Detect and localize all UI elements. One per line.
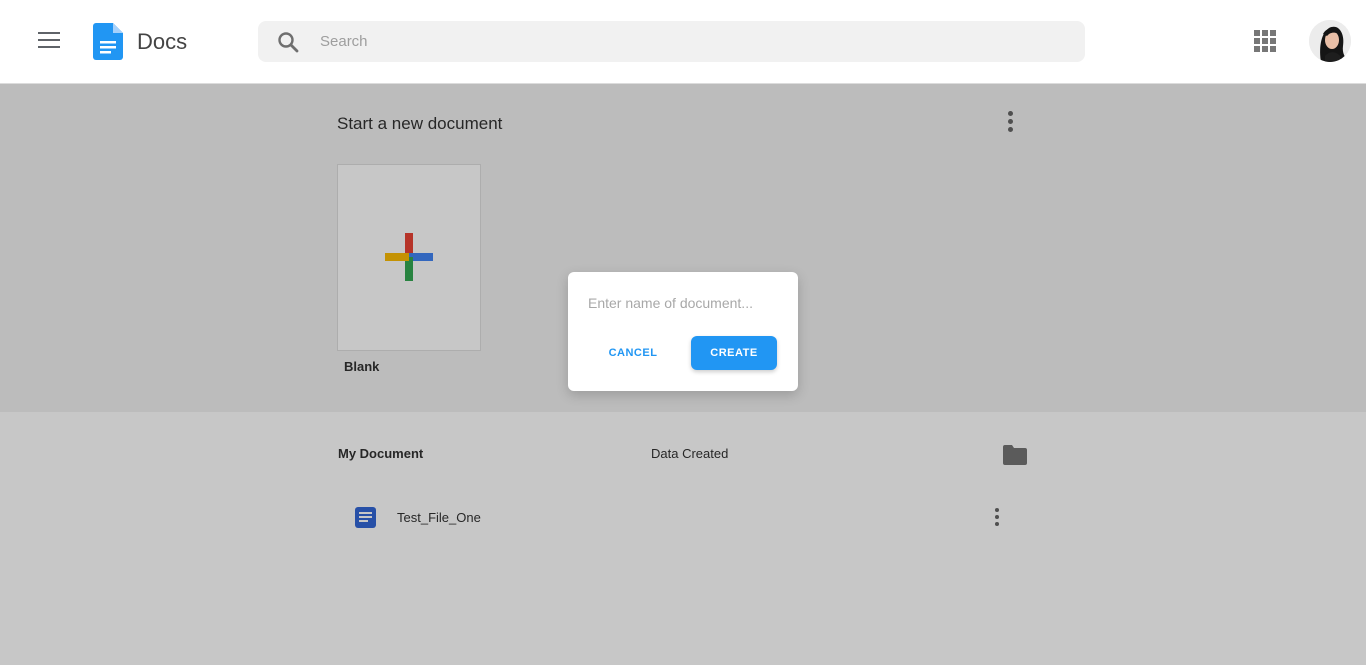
docs-logo-icon [93, 23, 123, 60]
search-icon[interactable] [276, 30, 300, 54]
app-header: Docs [0, 0, 1366, 84]
cancel-button[interactable]: CANCEL [598, 336, 668, 370]
hamburger-menu-icon[interactable] [38, 32, 62, 50]
create-button[interactable]: CREATE [691, 336, 777, 370]
apps-grid-icon[interactable] [1254, 30, 1276, 52]
app-title: Docs [137, 29, 188, 54]
search-input[interactable] [320, 21, 1060, 62]
avatar-image [1309, 20, 1351, 62]
avatar[interactable] [1309, 20, 1351, 62]
search-bar[interactable] [258, 21, 1085, 62]
new-document-dialog: CANCEL CREATE [568, 272, 798, 391]
document-name-input[interactable] [588, 290, 778, 316]
